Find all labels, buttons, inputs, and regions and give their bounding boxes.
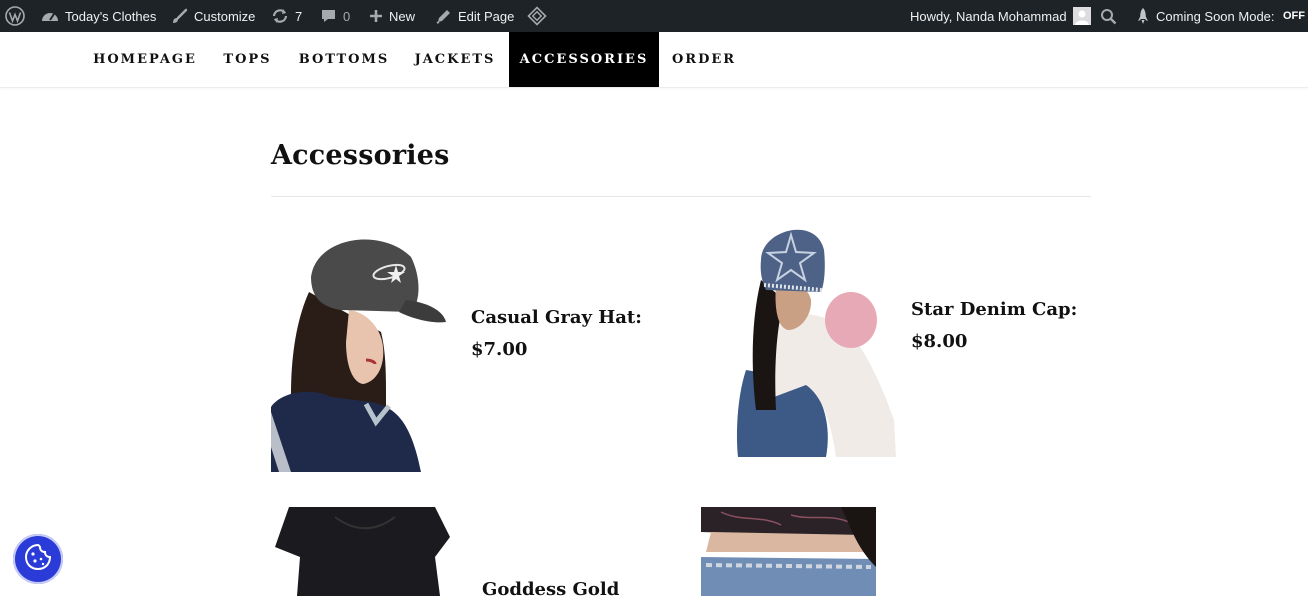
- product-casual-gray-hat[interactable]: Casual Gray Hat: $7.00: [471, 302, 642, 366]
- plus-icon: [369, 9, 383, 23]
- comments-count: 0: [343, 8, 351, 24]
- product-price: $8.00: [911, 331, 968, 352]
- product-goddess-gold[interactable]: Goddess Gold: [482, 574, 619, 606]
- coming-soon-state: OFF: [1283, 10, 1305, 22]
- nav-item-tops[interactable]: TOPS: [210, 32, 285, 87]
- customize-link[interactable]: Customize: [171, 0, 255, 32]
- product-image-jeans-belt[interactable]: [701, 507, 876, 596]
- plugin-menu-button[interactable]: [527, 0, 553, 32]
- nav-item-accessories[interactable]: ACCESSORIES: [509, 32, 659, 87]
- product-name: Casual Gray Hat:: [471, 307, 642, 328]
- avatar: [1072, 7, 1091, 25]
- title-divider: [271, 196, 1091, 197]
- product-name: Star Denim Cap:: [911, 299, 1078, 320]
- cookie-icon: [24, 543, 52, 576]
- product-price: $7.00: [471, 339, 528, 360]
- product-image-casual-gray-hat[interactable]: [271, 222, 451, 472]
- pencil-icon: [435, 8, 452, 25]
- my-account-menu[interactable]: Howdy, Nanda Mohammad: [910, 0, 1091, 32]
- diamond-logo-icon: [527, 6, 547, 26]
- page-title: Accessories: [271, 140, 450, 171]
- search-button[interactable]: [1100, 0, 1123, 32]
- admin-bar: Today's Clothes Customize 7 0 New Edit P…: [0, 0, 1308, 32]
- coming-soon-label: Coming Soon Mode:: [1156, 8, 1275, 24]
- nav-item-bottoms[interactable]: BOTTOMS: [287, 32, 401, 87]
- howdy-label: Howdy, Nanda Mohammad: [910, 8, 1067, 24]
- dashboard-icon: [41, 8, 59, 24]
- wordpress-logo-button[interactable]: [5, 0, 31, 32]
- search-icon: [1100, 8, 1117, 25]
- new-content-menu[interactable]: New: [369, 0, 415, 32]
- edit-page-link[interactable]: Edit Page: [435, 0, 514, 32]
- comment-icon: [320, 8, 337, 24]
- updates-count: 7: [295, 8, 303, 24]
- product-name: Goddess Gold: [482, 579, 620, 600]
- updates-icon: [271, 7, 289, 25]
- comments-link[interactable]: 0: [320, 0, 350, 32]
- new-label: New: [389, 8, 416, 24]
- product-star-denim-cap[interactable]: Star Denim Cap: $8.00: [911, 294, 1077, 358]
- updates-link[interactable]: 7: [271, 0, 302, 32]
- wordpress-icon: [5, 6, 25, 26]
- brush-icon: [171, 8, 188, 25]
- customize-label: Customize: [194, 8, 256, 24]
- product-image-goddess-gold[interactable]: [275, 507, 450, 596]
- nav-item-homepage[interactable]: HOMEPAGE: [82, 32, 208, 87]
- coming-soon-toggle[interactable]: Coming Soon Mode:: [1136, 0, 1275, 32]
- edit-page-label: Edit Page: [458, 8, 515, 24]
- rocket-icon: [1136, 7, 1150, 25]
- site-name-label: Today's Clothes: [65, 8, 157, 24]
- site-name-menu[interactable]: Today's Clothes: [41, 0, 156, 32]
- cookie-settings-button[interactable]: [13, 534, 63, 584]
- nav-item-jackets[interactable]: JACKETS: [403, 32, 507, 87]
- product-image-star-denim-cap[interactable]: [736, 220, 896, 457]
- nav-item-order[interactable]: ORDER: [661, 32, 747, 87]
- main-navigation: HOMEPAGE TOPS BOTTOMS JACKETS ACCESSORIE…: [0, 32, 1308, 88]
